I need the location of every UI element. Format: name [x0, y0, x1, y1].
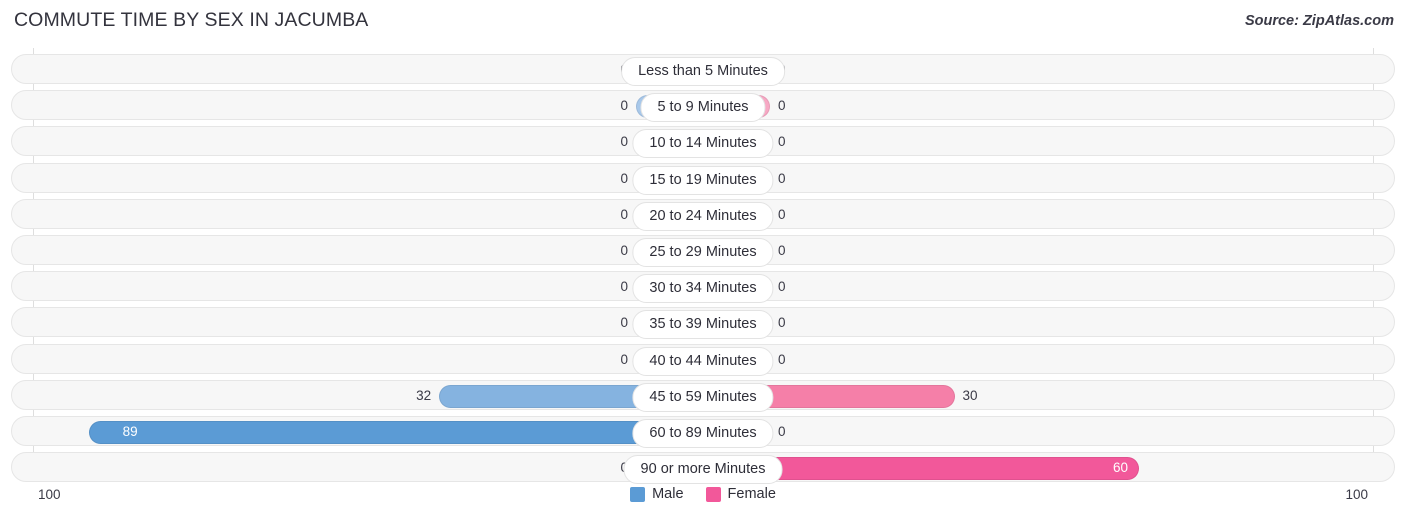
table-row: 89 0 60 to 89 Minutes [11, 416, 1395, 448]
bar-value-female: 0 [778, 279, 786, 295]
table-row: 0 0 20 to 24 Minutes [11, 198, 1395, 231]
bar-value-male: 0 [620, 243, 628, 258]
bar-value-male: 0 [620, 170, 628, 186]
table-row: 0 0 35 to 39 Minutes [11, 307, 1395, 340]
category-label: 45 to 59 Minutes [632, 382, 774, 412]
table-row: 0 0 15 to 19 Minutes [11, 162, 1395, 195]
bar-value-male: 0 [620, 279, 628, 295]
category-label: 90 or more Minutes [623, 455, 783, 485]
table-row: 0 0 10 to 14 Minutes [11, 126, 1395, 159]
table-row: 06090 or more Minutes [11, 452, 1395, 485]
category-label: 25 to 29 Minutes [632, 238, 774, 267]
page-title: COMMUTE TIME BY SEX IN JACUMBA [14, 9, 369, 31]
bar-value-female: 0 [778, 170, 786, 186]
bar-value-male: 0 [620, 351, 628, 367]
bar-value-male: 0 [620, 206, 628, 222]
category-label: 20 to 24 Minutes [632, 201, 774, 231]
category-label: Less than 5 Minutes [621, 57, 785, 86]
bar-value-male: 0 [620, 315, 628, 331]
legend-label-female: Female [727, 486, 776, 502]
category-label: 10 to 14 Minutes [632, 129, 774, 159]
category-label: 35 to 39 Minutes [632, 310, 774, 340]
legend-label-male: Male [652, 486, 684, 502]
category-label: 40 to 44 Minutes [632, 346, 774, 376]
bar-value-female: 0 [778, 424, 786, 439]
table-row: 0 0 30 to 34 Minutes [11, 271, 1395, 304]
bar-value-male: 89 [122, 424, 138, 439]
chart-header: COMMUTE TIME BY SEX IN JACUMBA Source: Z… [0, 0, 1406, 42]
chart-plot-area: 00Less than 5 Minutes005 to 9 Minutes001… [0, 48, 1406, 485]
legend-item-male[interactable]: Male [630, 486, 684, 502]
category-label: 5 to 9 Minutes [640, 93, 766, 123]
bar-value-male: 0 [620, 98, 628, 114]
legend-item-female[interactable]: Female [705, 486, 776, 502]
chart-footer: 100 100 Male Female [0, 482, 1406, 522]
bar-value-male: 32 [416, 387, 432, 403]
legend-swatch-female [705, 486, 721, 502]
category-label: 15 to 19 Minutes [632, 165, 774, 195]
table-row: 0 0 25 to 29 Minutes [11, 235, 1395, 267]
category-label: 30 to 34 Minutes [632, 274, 774, 304]
legend-swatch-male [630, 486, 646, 502]
source-attribution: Source: ZipAtlas.com [1244, 13, 1394, 29]
category-label: 60 to 89 Minutes [632, 419, 774, 448]
table-row: 00Less than 5 Minutes [11, 54, 1395, 86]
bar-value-male: 0 [620, 134, 628, 150]
chart-legend: Male Female [0, 486, 1406, 502]
bar-value-female: 0 [778, 243, 786, 258]
bar-value-female: 30 [962, 387, 978, 403]
bar-male[interactable] [88, 421, 691, 444]
table-row: 0 0 5 to 9 Minutes [11, 90, 1395, 123]
bar-value-female: 0 [778, 351, 786, 367]
table-row: 32 30 45 to 59 Minutes [11, 379, 1395, 412]
table-row: 0 0 40 to 44 Minutes [11, 343, 1395, 376]
bar-value-female: 0 [778, 134, 786, 150]
bar-value-female: 0 [778, 206, 786, 222]
bar-value-female: 60 [1113, 460, 1129, 476]
bar-value-female: 0 [778, 315, 786, 331]
bar-value-female: 0 [778, 98, 786, 114]
